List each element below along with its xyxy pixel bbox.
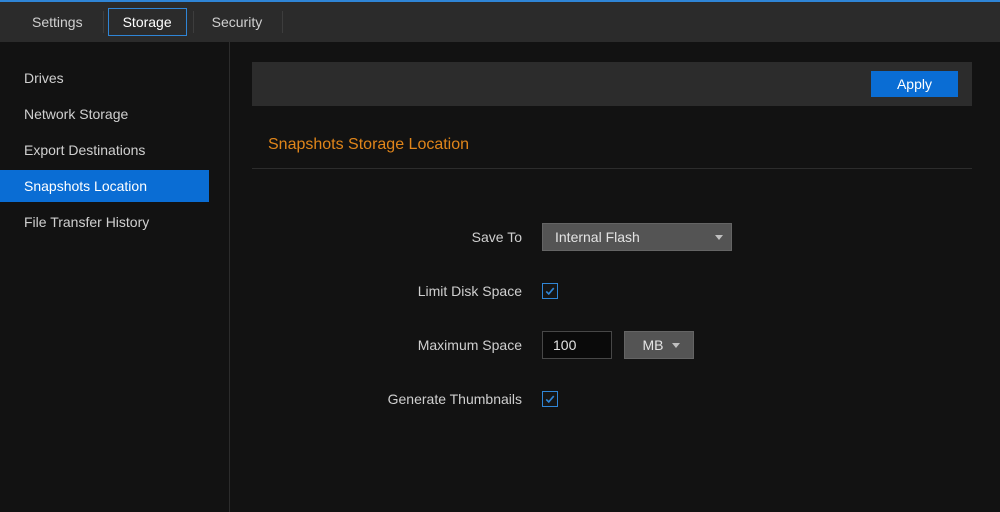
input-maximum-space[interactable] bbox=[542, 331, 612, 359]
sidebar-item-export-destinations[interactable]: Export Destinations bbox=[0, 134, 209, 166]
sidebar: Drives Network Storage Export Destinatio… bbox=[0, 42, 230, 512]
page-body: Drives Network Storage Export Destinatio… bbox=[0, 42, 1000, 512]
main-panel: Apply Snapshots Storage Location Save To… bbox=[230, 42, 1000, 512]
sidebar-item-drives[interactable]: Drives bbox=[0, 62, 209, 94]
checkbox-limit-disk-space[interactable] bbox=[542, 283, 558, 299]
sidebar-item-file-transfer-history[interactable]: File Transfer History bbox=[0, 206, 209, 238]
tab-divider bbox=[103, 11, 104, 33]
row-generate-thumbnails: Generate Thumbnails bbox=[252, 391, 972, 407]
section-divider bbox=[252, 168, 972, 169]
action-bar: Apply bbox=[252, 62, 972, 106]
section-title: Snapshots Storage Location bbox=[268, 136, 972, 154]
tab-bar: Settings Storage Security bbox=[0, 2, 1000, 42]
label-save-to: Save To bbox=[252, 229, 542, 245]
tab-storage[interactable]: Storage bbox=[108, 8, 187, 36]
dropdown-space-unit-value: MB bbox=[643, 337, 664, 353]
label-maximum-space: Maximum Space bbox=[252, 337, 542, 353]
chevron-down-icon bbox=[715, 235, 723, 240]
apply-button[interactable]: Apply bbox=[871, 71, 958, 97]
dropdown-space-unit[interactable]: MB bbox=[624, 331, 694, 359]
sidebar-item-snapshots-location[interactable]: Snapshots Location bbox=[0, 170, 209, 202]
label-limit-disk-space: Limit Disk Space bbox=[252, 283, 542, 299]
row-maximum-space: Maximum Space MB bbox=[252, 331, 972, 359]
sidebar-item-network-storage[interactable]: Network Storage bbox=[0, 98, 209, 130]
dropdown-save-to-value: Internal Flash bbox=[555, 229, 640, 245]
chevron-down-icon bbox=[672, 343, 680, 348]
checkbox-generate-thumbnails[interactable] bbox=[542, 391, 558, 407]
tab-divider bbox=[193, 11, 194, 33]
row-limit-disk-space: Limit Disk Space bbox=[252, 283, 972, 299]
label-generate-thumbnails: Generate Thumbnails bbox=[252, 391, 542, 407]
row-save-to: Save To Internal Flash bbox=[252, 223, 972, 251]
check-icon bbox=[545, 394, 555, 404]
tab-settings[interactable]: Settings bbox=[18, 9, 97, 35]
check-icon bbox=[545, 286, 555, 296]
settings-form: Save To Internal Flash Limit Disk Space bbox=[252, 223, 972, 407]
dropdown-save-to[interactable]: Internal Flash bbox=[542, 223, 732, 251]
tab-divider bbox=[282, 11, 283, 33]
tab-security[interactable]: Security bbox=[198, 9, 277, 35]
